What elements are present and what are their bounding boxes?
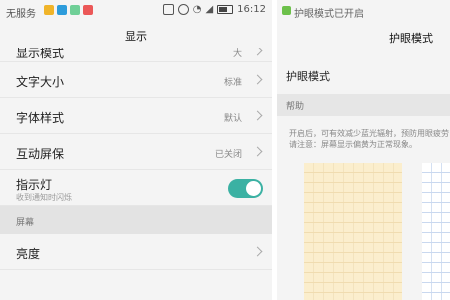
status-text: 护眼模式已开启 (294, 9, 364, 20)
display-settings-panel: 无服务 ◔ ◢ 16:12 显示模式 大 文字大小 标准 字体样式 默认 互动屏… (0, 0, 272, 300)
row-value: 标准 (223, 78, 242, 88)
normal-tone-preview (422, 163, 450, 300)
row-value: 已关闭 (214, 150, 242, 160)
eye-icon (177, 4, 189, 15)
help-line: 请注意：屏幕显示偏黄为正常现象。 (289, 140, 417, 149)
carrier-label: 无服务 (6, 9, 36, 20)
settings-row-font-style[interactable]: 字体样式 默认 (0, 98, 272, 134)
row-value: 默认 (223, 114, 242, 124)
section-header-screen: 屏幕 (0, 206, 272, 234)
eye-protection-row[interactable]: 护眼模式 (277, 60, 450, 92)
notification-icons (44, 5, 93, 15)
app-notification-icon (70, 5, 80, 15)
eye-protection-panel: 护眼模式已开启 护眼模式 护眼模式 帮助 开启后，可有效减少蓝光辐射，预防用眼疲… (277, 0, 450, 300)
page-title: 护眼模式 (389, 32, 433, 45)
row-label: 互动屏保 (16, 147, 65, 161)
section-header-help: 帮助 (277, 94, 450, 116)
app-notification-icon (44, 5, 54, 15)
eye-protection-status-icon (282, 6, 291, 15)
row-label: 护眼模式 (286, 70, 330, 83)
toggle-knob (246, 181, 261, 196)
vibrate-icon (162, 4, 174, 15)
signal-icon: ◢ (205, 4, 214, 15)
wifi-icon: ◔ (192, 4, 202, 15)
chevron-right-icon (252, 246, 263, 257)
app-notification-icon (57, 5, 67, 15)
chevron-right-icon (252, 74, 263, 85)
app-notification-icon (83, 5, 93, 15)
row-label: 文字大小 (16, 75, 65, 89)
settings-row-screensaver[interactable]: 互动屏保 已关闭 (0, 134, 272, 170)
page-title: 显示 (0, 22, 272, 48)
settings-row-brightness[interactable]: 亮度 (0, 234, 272, 270)
warm-tone-preview (304, 163, 402, 300)
settings-row-indicator-light: 指示灯 收到通知时闪烁 (0, 170, 272, 206)
row-label: 字体样式 (16, 111, 65, 125)
help-text: 开启后，可有效减少蓝光辐射，预防用眼疲劳 请注意：屏幕显示偏黄为正常现象。 (289, 128, 450, 150)
indicator-light-toggle[interactable] (228, 179, 263, 198)
row-label: 亮度 (16, 247, 41, 261)
row-label: 指示灯 (16, 178, 53, 192)
chevron-right-icon (252, 146, 263, 157)
status-icons: ◔ ◢ 16:12 (162, 4, 266, 15)
clock: 16:12 (237, 4, 266, 15)
settings-list: 显示模式 大 文字大小 标准 字体样式 默认 互动屏保 已关闭 指示灯 收到通知… (0, 42, 272, 270)
chevron-right-icon (252, 110, 263, 121)
settings-row-font-size[interactable]: 文字大小 标准 (0, 62, 272, 98)
row-sublabel: 收到通知时闪烁 (16, 193, 72, 202)
status-bar: 护眼模式已开启 (277, 0, 450, 22)
status-bar: 无服务 ◔ ◢ 16:12 (0, 0, 272, 22)
help-line: 开启后，可有效减少蓝光辐射，预防用眼疲劳 (289, 129, 449, 138)
battery-icon (217, 5, 234, 14)
